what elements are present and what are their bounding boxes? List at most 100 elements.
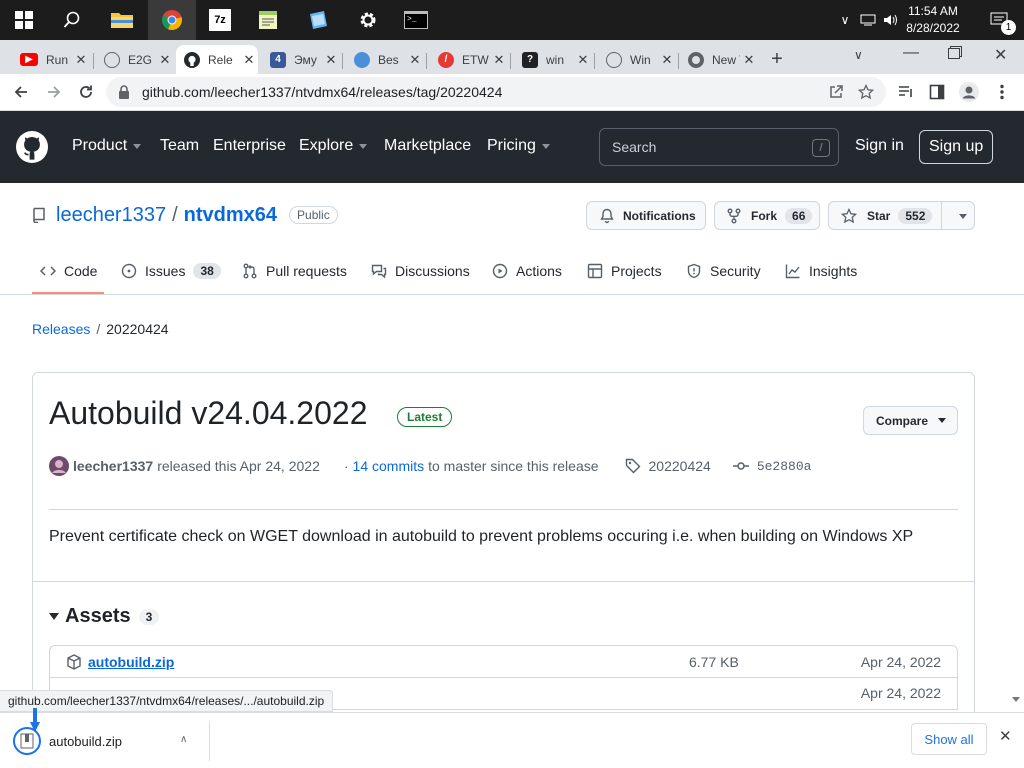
download-item[interactable]: autobuild.zip ∧	[12, 708, 208, 763]
tab-close-icon[interactable]: ✕	[658, 52, 676, 68]
scroll-down-arrow-icon[interactable]	[1012, 697, 1020, 702]
tab-close-icon[interactable]: ✕	[72, 52, 90, 68]
tab-close-icon[interactable]: ✕	[574, 52, 592, 68]
tab-search-chevron-icon[interactable]: ∨	[854, 48, 863, 62]
tab-insights-label: Insights	[809, 263, 858, 279]
nav-pricing[interactable]: Pricing	[487, 137, 550, 155]
tab-bes[interactable]: Bes ✕	[346, 45, 424, 74]
clock[interactable]: 11:54 AM 8/28/2022	[898, 3, 968, 37]
nav-enterprise-label: Enterprise	[213, 137, 286, 154]
tab-close-icon[interactable]: ✕	[740, 52, 758, 68]
download-options-chevron-icon[interactable]: ∧	[180, 734, 187, 745]
tab-youtube[interactable]: ▶ Run ✕	[12, 45, 90, 74]
tab-close-icon[interactable]: ✕	[490, 52, 508, 68]
forward-button[interactable]	[43, 81, 65, 103]
url-text[interactable]: github.com/leecher1337/ntvdmx64/releases…	[142, 84, 502, 100]
tab-actions[interactable]: Actions	[492, 253, 562, 289]
nav-marketplace[interactable]: Marketplace	[384, 137, 471, 155]
notification-center-button[interactable]: 1	[976, 0, 1024, 40]
asset-download-link[interactable]: autobuild.zip	[88, 654, 174, 670]
reload-button[interactable]	[75, 81, 97, 103]
tab-win-question[interactable]: ? win ✕	[514, 45, 592, 74]
avatar[interactable]	[49, 456, 69, 476]
close-download-shelf-icon[interactable]: ✕	[999, 727, 1012, 745]
taskbar-7zip[interactable]: 7z	[196, 0, 244, 40]
tab-security[interactable]: Security	[686, 253, 761, 289]
address-bar[interactable]: github.com/leecher1337/ntvdmx64/releases…	[106, 77, 886, 107]
back-button[interactable]	[10, 81, 32, 103]
assets-title: Assets	[65, 605, 131, 627]
nav-product-label: Product	[72, 137, 128, 154]
sign-up-button[interactable]: Sign up	[919, 130, 994, 164]
clock-time: 11:54 AM	[908, 4, 958, 18]
commits-link[interactable]: 14 commits	[353, 458, 425, 474]
profile-button[interactable]	[958, 81, 980, 103]
volume-icon[interactable]	[882, 13, 898, 27]
breadcrumb-releases-link[interactable]: Releases	[32, 321, 90, 337]
repo-name-link[interactable]: ntvdmx64	[184, 204, 277, 227]
tab-etw[interactable]: / ETW ✕	[430, 45, 508, 74]
side-panel-button[interactable]	[926, 81, 948, 103]
restore-button[interactable]	[948, 48, 960, 59]
notifications-button[interactable]: Notifications	[586, 201, 706, 230]
tag-icon	[625, 458, 641, 474]
nav-team[interactable]: Team	[160, 137, 199, 155]
taskbar-settings[interactable]	[344, 0, 392, 40]
tab-close-icon[interactable]: ✕	[240, 52, 258, 68]
reading-list-button[interactable]	[895, 81, 917, 103]
star-dropdown-chevron-icon[interactable]	[959, 214, 967, 219]
tab-close-icon[interactable]: ✕	[406, 52, 424, 68]
nav-product[interactable]: Product	[72, 137, 142, 155]
bookmark-star-icon[interactable]	[858, 84, 874, 100]
tab-close-icon[interactable]: ✕	[156, 52, 174, 68]
taskbar-terminal[interactable]: >_	[392, 0, 440, 40]
chrome-menu-button[interactable]	[991, 81, 1013, 103]
notepad-icon	[259, 11, 277, 29]
sign-in-link[interactable]: Sign in	[855, 137, 904, 155]
tab-issues[interactable]: Issues 38	[121, 253, 221, 289]
github-logo-icon[interactable]	[16, 131, 48, 163]
tab-insights[interactable]: Insights	[785, 253, 857, 289]
chevron-up-icon[interactable]: ∨	[836, 13, 854, 27]
tab-discussions[interactable]: Discussions	[371, 253, 470, 289]
fork-button[interactable]: Fork 66	[714, 201, 820, 230]
minimize-button[interactable]: —	[903, 44, 919, 62]
tab-new-tab[interactable]: New Tab ✕	[680, 45, 758, 74]
tab-emu[interactable]: 4 Эму ✕	[262, 45, 340, 74]
star-button[interactable]: Star 552	[828, 201, 975, 230]
assets-toggle[interactable]: Assets 3	[49, 605, 160, 628]
tab-code-label: Code	[64, 263, 98, 279]
close-window-button[interactable]: ✕	[994, 45, 1007, 65]
taskbar-file-explorer[interactable]	[98, 0, 146, 40]
breadcrumb-tag: 20220424	[106, 321, 169, 337]
reload-icon	[80, 85, 92, 98]
tab-close-icon[interactable]: ✕	[322, 52, 340, 68]
gear-icon	[360, 12, 376, 28]
release-title[interactable]: Autobuild v24.04.2022	[49, 395, 367, 432]
search-input[interactable]: Search /	[599, 128, 839, 166]
network-icon[interactable]	[860, 13, 876, 27]
compare-button[interactable]: Compare	[863, 406, 958, 435]
taskbar-chrome[interactable]	[148, 0, 196, 40]
repo-owner-link[interactable]: leecher1337	[56, 204, 166, 227]
tab-e2g[interactable]: E2G ✕	[96, 45, 174, 74]
release-author-link[interactable]: leecher1337	[73, 458, 153, 474]
taskbar-notepad[interactable]	[244, 0, 292, 40]
commit-sha-link[interactable]: 5e2880a	[757, 459, 812, 474]
nav-explore[interactable]: Explore	[299, 137, 368, 155]
nav-enterprise[interactable]: Enterprise	[213, 137, 286, 155]
taskbar-search-button[interactable]	[48, 0, 96, 40]
tab-releases-active[interactable]: Rele ✕	[176, 45, 258, 74]
share-icon[interactable]	[828, 84, 844, 100]
release-tag-link[interactable]: 20220424	[649, 458, 711, 474]
new-tab-button[interactable]: +	[766, 48, 788, 70]
fork-count: 66	[785, 207, 813, 224]
start-button[interactable]	[0, 0, 48, 40]
browser-tab-strip: ▶ Run ✕ E2G ✕ Rele ✕ 4 Эму ✕ Bes ✕ / ETW…	[0, 40, 1024, 74]
taskbar-app[interactable]	[294, 0, 342, 40]
tab-projects[interactable]: Projects	[587, 253, 662, 289]
show-all-downloads-button[interactable]: Show all	[911, 723, 987, 755]
tab-win[interactable]: Win ✕	[598, 45, 676, 74]
tab-pull-requests[interactable]: Pull requests	[242, 253, 347, 289]
tab-code[interactable]: Code	[40, 253, 97, 289]
